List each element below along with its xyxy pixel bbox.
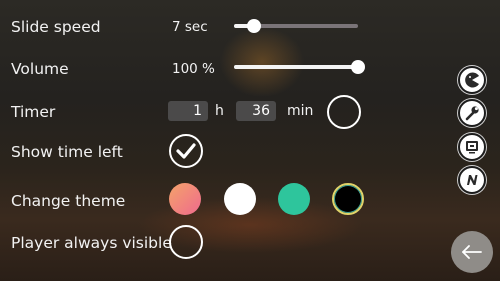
theme-swatch-black[interactable] <box>332 183 364 215</box>
back-button[interactable] <box>451 231 493 273</box>
timer-label: Timer <box>11 103 56 121</box>
timer-hours-unit: h <box>215 103 224 119</box>
volume-thumb[interactable] <box>351 60 365 74</box>
volume-slider[interactable] <box>234 57 365 77</box>
player-always-visible-label: Player always visible <box>11 234 172 252</box>
slide-speed-thumb[interactable] <box>246 19 261 33</box>
checkmark-icon <box>176 143 196 159</box>
device-screen-icon[interactable] <box>458 133 486 161</box>
timer-toggle[interactable] <box>327 95 361 129</box>
pacman-icon[interactable] <box>458 66 486 94</box>
n-logo-icon[interactable] <box>458 166 486 194</box>
show-time-left-label: Show time left <box>11 143 123 161</box>
theme-swatch-teal[interactable] <box>278 183 310 215</box>
show-time-left-checkbox[interactable] <box>169 134 203 168</box>
theme-swatch-white[interactable] <box>224 183 256 215</box>
theme-swatch-coral[interactable] <box>169 183 201 215</box>
volume-value: 100 % <box>172 61 215 77</box>
slide-speed-value: 7 sec <box>172 19 208 35</box>
volume-label: Volume <box>11 60 69 78</box>
arrow-left-icon <box>462 245 482 259</box>
wrench-icon[interactable] <box>458 99 486 127</box>
volume-fill <box>234 65 358 69</box>
timer-hours-input[interactable]: 1 <box>168 101 208 121</box>
slide-speed-label: Slide speed <box>11 18 101 36</box>
slide-speed-slider[interactable] <box>234 16 358 36</box>
change-theme-label: Change theme <box>11 192 126 210</box>
player-always-visible-checkbox[interactable] <box>169 225 203 259</box>
timer-minutes-input[interactable]: 36 <box>236 101 276 121</box>
timer-minutes-unit: min <box>287 103 314 119</box>
